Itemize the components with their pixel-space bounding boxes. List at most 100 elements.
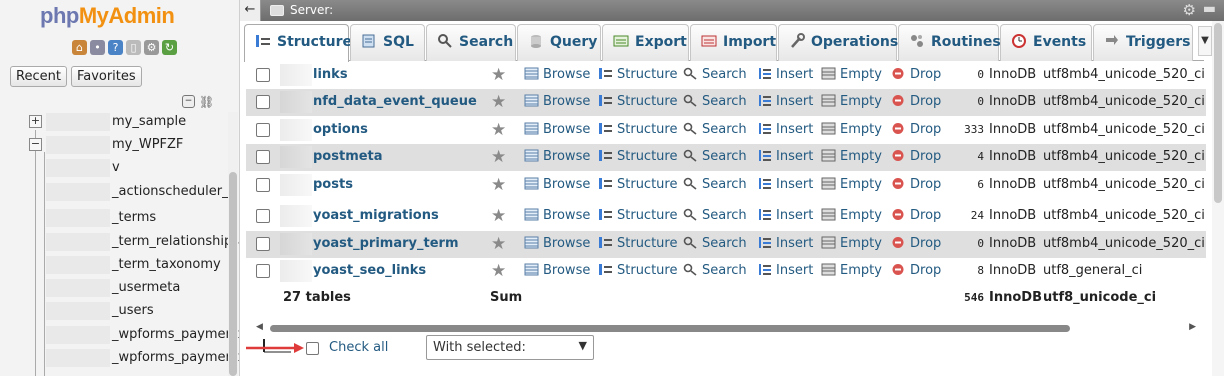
tree-item[interactable]: _terms [0, 208, 228, 228]
tree-item[interactable]: _term_relationships [0, 232, 239, 252]
more-tabs-button[interactable]: ▼ [1198, 26, 1212, 56]
tree-item[interactable]: _wpforms_payment [0, 325, 239, 345]
table-name-link[interactable]: options [313, 122, 368, 137]
row-checkbox[interactable] [256, 209, 270, 223]
empty-link[interactable]: Empty [821, 236, 882, 251]
collapse-all-icon[interactable]: − [182, 95, 195, 108]
tab-triggers[interactable]: Triggers [1093, 24, 1193, 61]
tab-events[interactable]: Events [1000, 24, 1092, 61]
tab-import[interactable]: Import [690, 24, 777, 61]
table-name-link[interactable]: links [313, 67, 348, 82]
row-checkbox[interactable] [256, 123, 270, 137]
structure-link[interactable]: Structure [598, 208, 677, 223]
empty-link[interactable]: Empty [821, 67, 882, 82]
browse-link[interactable]: Browse [524, 94, 590, 109]
settings-icon[interactable]: ⚙ [144, 40, 159, 55]
row-checkbox[interactable] [256, 95, 270, 109]
scroll-left-icon[interactable]: ◀ [256, 322, 263, 332]
structure-link[interactable]: Structure [598, 263, 677, 278]
drop-link[interactable]: Drop [891, 263, 941, 278]
favorite-star-icon[interactable]: ★ [491, 120, 506, 140]
structure-link[interactable]: Structure [598, 236, 677, 251]
check-all-checkbox[interactable] [306, 342, 319, 355]
tab-query[interactable]: Query [517, 24, 601, 61]
nav-scrollbar-thumb[interactable] [229, 172, 237, 376]
insert-link[interactable]: Insert [757, 208, 813, 223]
search-link[interactable]: Search [683, 94, 747, 109]
table-name-link[interactable]: postmeta [313, 149, 383, 164]
tree-item[interactable]: _users [0, 301, 228, 321]
insert-link[interactable]: Insert [757, 236, 813, 251]
drop-link[interactable]: Drop [891, 177, 941, 192]
structure-link[interactable]: Structure [598, 122, 677, 137]
favorite-star-icon[interactable]: ★ [491, 206, 506, 226]
logout-icon[interactable]: • [90, 40, 105, 55]
tree-item[interactable]: _wpforms_payment [0, 348, 239, 368]
tab-operations[interactable]: Operations [778, 24, 898, 61]
empty-link[interactable]: Empty [821, 263, 882, 278]
drop-link[interactable]: Drop [891, 122, 941, 137]
tree-item[interactable]: _usermeta [0, 278, 228, 298]
insert-link[interactable]: Insert [757, 149, 813, 164]
expand-icon[interactable]: + [29, 115, 42, 128]
search-link[interactable]: Search [683, 263, 747, 278]
horizontal-scrollbar[interactable]: ◀ ▶ [254, 322, 1198, 334]
table-name-link[interactable]: nfd_data_event_queue [313, 94, 477, 109]
search-link[interactable]: Search [683, 122, 747, 137]
table-name-link[interactable]: yoast_seo_links [313, 263, 426, 278]
browse-link[interactable]: Browse [524, 122, 590, 137]
row-checkbox[interactable] [256, 150, 270, 164]
row-checkbox[interactable] [256, 178, 270, 192]
nav-scrollbar[interactable] [228, 112, 238, 376]
table-name-link[interactable]: yoast_primary_term [313, 236, 459, 251]
drop-link[interactable]: Drop [891, 236, 941, 251]
row-checkbox[interactable] [256, 68, 270, 82]
row-checkbox[interactable] [256, 264, 270, 278]
browse-link[interactable]: Browse [524, 236, 590, 251]
empty-link[interactable]: Empty [821, 94, 882, 109]
docs-icon[interactable]: ▯ [126, 40, 141, 55]
empty-link[interactable]: Empty [821, 208, 882, 223]
vertical-scrollbar-thumb[interactable] [1214, 23, 1222, 203]
search-link[interactable]: Search [683, 149, 747, 164]
browse-link[interactable]: Browse [524, 67, 590, 82]
favorite-star-icon[interactable]: ★ [491, 234, 506, 254]
search-link[interactable]: Search [683, 177, 747, 192]
tree-item[interactable]: _term_taxonomy [0, 255, 228, 275]
favorite-star-icon[interactable]: ★ [491, 261, 506, 281]
tab-export[interactable]: Export [602, 24, 689, 61]
drop-link[interactable]: Drop [891, 94, 941, 109]
empty-link[interactable]: Empty [821, 122, 882, 137]
recent-button[interactable]: Recent [10, 66, 67, 87]
search-link[interactable]: Search [683, 67, 747, 82]
table-name-link[interactable]: posts [313, 177, 353, 192]
collapse-nav-icon[interactable]: ← [240, 0, 261, 21]
phpmyadmin-logo[interactable]: phpMyAdmin [40, 3, 175, 29]
structure-link[interactable]: Structure [598, 149, 677, 164]
collapse-top-icon[interactable]: ▬ [1203, 1, 1216, 17]
tab-sql[interactable]: SQL [350, 24, 425, 61]
horizontal-scrollbar-thumb[interactable] [270, 325, 1070, 332]
table-name-link[interactable]: yoast_migrations [313, 208, 439, 223]
structure-link[interactable]: Structure [598, 177, 677, 192]
tab-search[interactable]: Search [426, 24, 516, 61]
collapse-icon[interactable]: − [29, 138, 42, 151]
search-link[interactable]: Search [683, 236, 747, 251]
link-icon[interactable]: ⛓ [199, 95, 214, 109]
check-all-label[interactable]: Check all [329, 340, 388, 355]
structure-link[interactable]: Structure [598, 67, 677, 82]
favorites-button[interactable]: Favorites [70, 66, 142, 87]
drop-link[interactable]: Drop [891, 149, 941, 164]
tab-routines[interactable]: Routines [898, 24, 1001, 61]
empty-link[interactable]: Empty [821, 177, 882, 192]
tree-item[interactable]: − my_WPFZF [0, 135, 228, 155]
drop-link[interactable]: Drop [891, 208, 941, 223]
with-selected-dropdown[interactable]: With selected: ▼ [426, 335, 594, 360]
structure-link[interactable]: Structure [598, 94, 677, 109]
browse-link[interactable]: Browse [524, 149, 590, 164]
empty-link[interactable]: Empty [821, 149, 882, 164]
search-link[interactable]: Search [683, 208, 747, 223]
favorite-star-icon[interactable]: ★ [491, 92, 506, 112]
reload-icon[interactable]: ↻ [162, 40, 177, 55]
settings-gear-icon[interactable]: ⚙ [1183, 1, 1196, 19]
